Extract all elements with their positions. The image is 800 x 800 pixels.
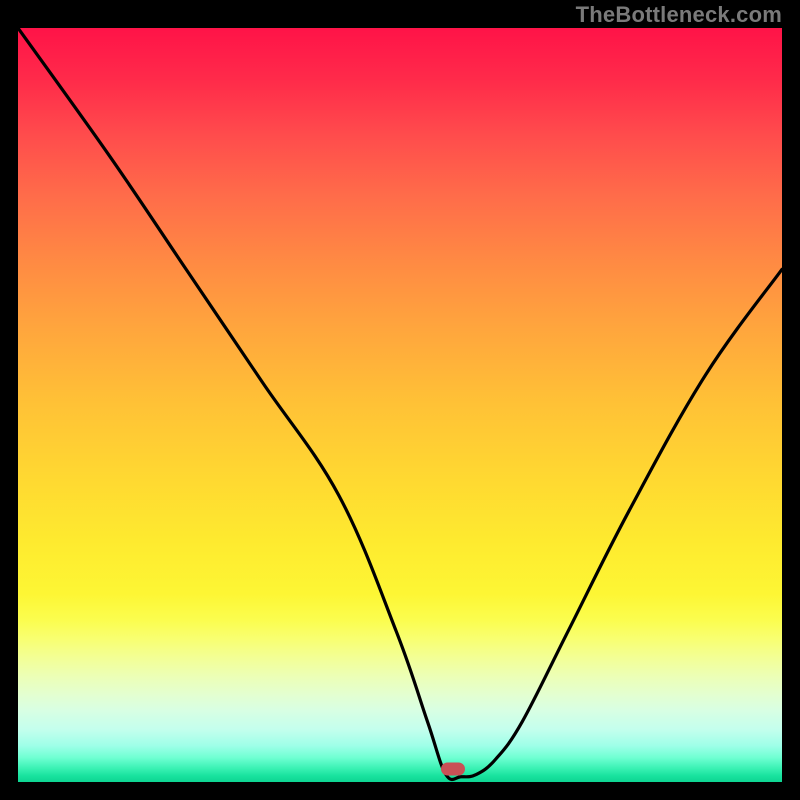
chart-frame: TheBottleneck.com [0,0,800,800]
curve-path [18,28,782,780]
bottleneck-curve [18,28,782,782]
optimum-marker [441,762,465,775]
attribution-text: TheBottleneck.com [576,2,782,28]
plot-area [18,28,782,782]
